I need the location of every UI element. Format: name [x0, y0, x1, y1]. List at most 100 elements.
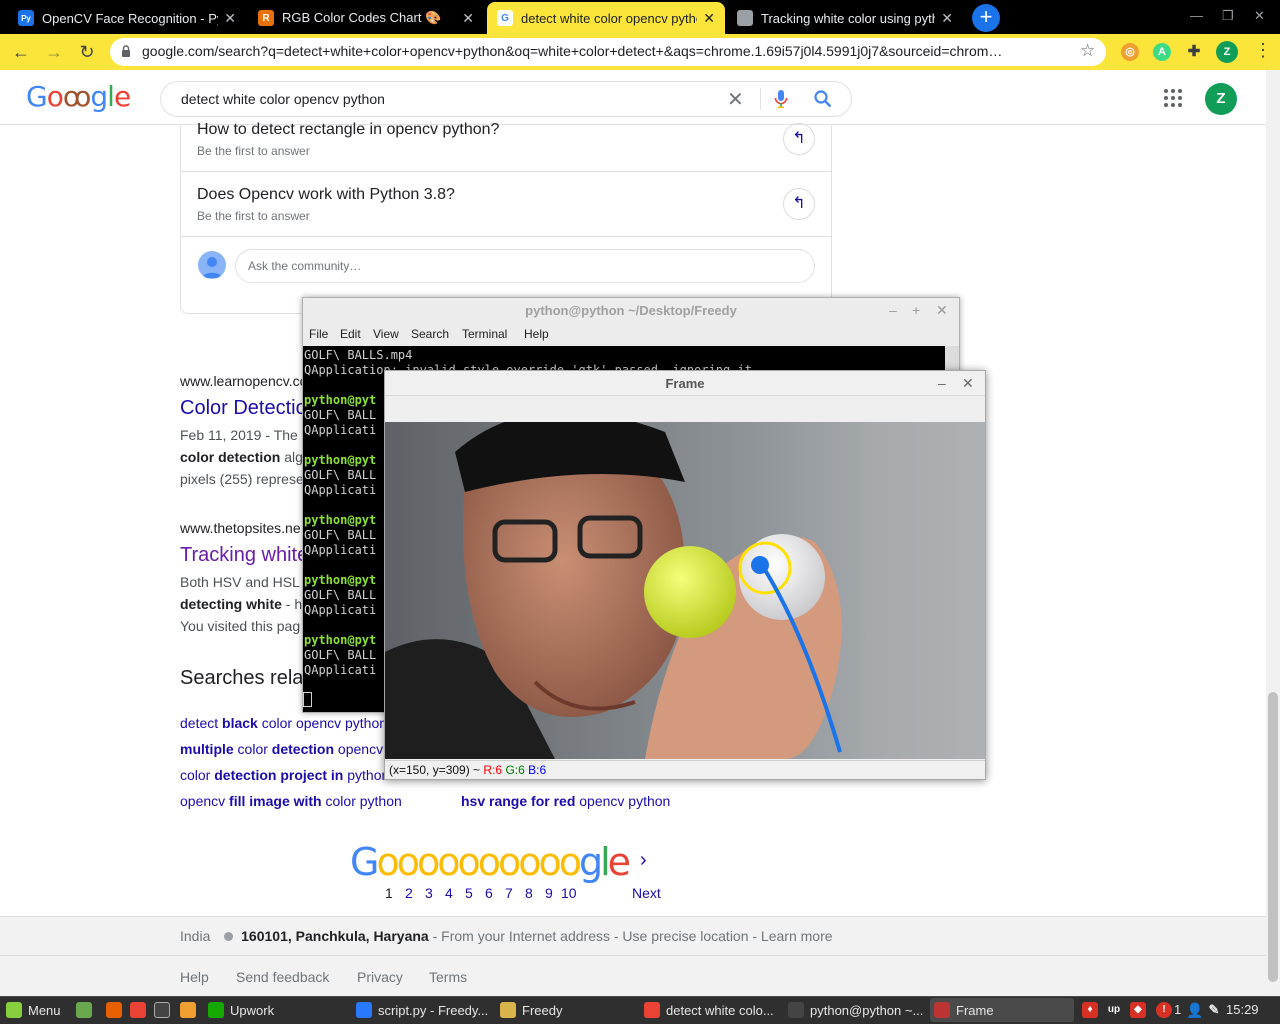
clear-search-icon[interactable]: ✕ — [727, 87, 744, 112]
bookmark-star-icon[interactable]: ☆ — [1080, 41, 1095, 61]
firefox-launcher-icon[interactable] — [106, 1002, 122, 1018]
taskbar-window-label: python@python ~... — [810, 1002, 924, 1018]
lock-icon[interactable] — [120, 45, 132, 57]
related-search-link[interactable]: detect black color opencv python — [180, 715, 387, 731]
forward-icon[interactable]: → — [43, 41, 65, 63]
google-apps-icon[interactable] — [1163, 88, 1183, 108]
page-number-link[interactable]: 10 — [561, 885, 577, 901]
chrome-icon — [644, 1002, 660, 1018]
page-number-link[interactable]: 1 — [385, 885, 393, 901]
community-question[interactable]: Does Opencv work with Python 3.8? — [197, 186, 455, 204]
answer-reply-icon[interactable]: ↰ — [783, 123, 815, 155]
tab-close-icon[interactable]: ✕ — [224, 10, 236, 27]
terminal-maximize-icon[interactable]: + — [912, 302, 920, 318]
google-doodle-logo[interactable]: Goꝏgle — [26, 80, 131, 116]
taskbar-window-label: script.py - Freedy... — [378, 1002, 489, 1018]
terminal-launcher-icon[interactable] — [154, 1002, 170, 1018]
show-desktop-icon[interactable] — [76, 1002, 92, 1018]
brave-shield-tray-icon[interactable]: ♦ — [1082, 1002, 1098, 1018]
new-tab-button[interactable]: + — [972, 4, 1000, 32]
ask-community-input[interactable]: Ask the community… — [235, 249, 815, 283]
taskbar-window-button[interactable]: Frame — [930, 998, 1074, 1022]
taskbar-window-button[interactable]: Upwork — [204, 998, 344, 1022]
terminal-menu-help[interactable]: Help — [524, 327, 549, 341]
chrome-launcher-icon[interactable] — [130, 1002, 146, 1018]
browser-tab[interactable]: Tracking white color using pytho ✕ — [727, 2, 963, 34]
browser-tab[interactable]: R RGB Color Codes Chart 🎨 ✕ — [248, 2, 484, 34]
terminal-minimize-icon[interactable]: – — [889, 302, 897, 318]
pen-tray-icon[interactable]: ✎ — [1206, 1002, 1222, 1018]
related-search-link[interactable]: opencv fill image with color python — [180, 793, 402, 809]
video-frame-image[interactable] — [385, 422, 985, 759]
result-url[interactable]: www.learnopencv.co — [180, 373, 307, 389]
result-title[interactable]: Tracking white — [180, 544, 308, 567]
tab-close-icon[interactable]: ✕ — [941, 10, 953, 27]
anydesk-tray-icon[interactable]: ◆ — [1130, 1002, 1146, 1018]
related-search-link[interactable]: color detection project in python — [180, 767, 389, 783]
result-url[interactable]: www.thetopsites.ne — [180, 520, 301, 536]
start-menu-button[interactable]: Menu — [2, 998, 64, 1022]
window-restore-icon[interactable]: ❐ — [1222, 8, 1234, 24]
taskbar-window-button[interactable]: detect white colo... — [640, 998, 780, 1022]
frame-minimize-icon[interactable]: – — [938, 375, 946, 391]
terminal-menu-terminal[interactable]: Terminal — [462, 327, 507, 341]
related-search-link[interactable]: hsv range for red opencv python — [461, 793, 670, 809]
footer-location-detail[interactable]: - From your Internet address - Use preci… — [429, 928, 833, 944]
community-question[interactable]: How to detect rectangle in opencv python… — [197, 121, 499, 139]
page-number-link[interactable]: 3 — [425, 885, 433, 901]
page-scrollbar-thumb[interactable] — [1268, 692, 1278, 982]
voice-search-icon[interactable] — [773, 89, 789, 109]
files-launcher-icon[interactable] — [180, 1002, 196, 1018]
terminal-menu-edit[interactable]: Edit — [340, 327, 361, 341]
upwork-tray-icon[interactable]: up — [1106, 1002, 1122, 1018]
terminal-menu-search[interactable]: Search — [411, 327, 449, 341]
taskbar-window-button[interactable]: script.py - Freedy... — [352, 998, 492, 1022]
terminal-close-icon[interactable]: ✕ — [936, 302, 948, 319]
puzzle-extensions-icon[interactable]: ✚ — [1185, 43, 1203, 61]
page-number-link[interactable]: 4 — [445, 885, 453, 901]
footer-help-link[interactable]: Help — [180, 969, 209, 985]
window-close-icon[interactable]: ✕ — [1254, 8, 1265, 24]
terminal-menu-view[interactable]: View — [373, 327, 399, 341]
page-number-link[interactable]: 5 — [465, 885, 473, 901]
page-number-link[interactable]: 7 — [505, 885, 513, 901]
taskbar-window-button[interactable]: python@python ~... — [784, 998, 924, 1022]
window-minimize-icon[interactable]: — — [1190, 8, 1203, 23]
profile-avatar[interactable]: Z — [1216, 41, 1238, 63]
taskbar-window-label: Freedy — [522, 1002, 563, 1018]
footer-terms-link[interactable]: Terms — [429, 969, 467, 985]
browser-menu-icon[interactable]: ⋮ — [1254, 40, 1272, 61]
page-number-link[interactable]: 8 — [525, 885, 533, 901]
footer-feedback-link[interactable]: Send feedback — [236, 969, 329, 985]
clock[interactable]: 15:29 — [1226, 1002, 1259, 1017]
result-snippet: Both HSV and HSL — [180, 574, 300, 590]
result-title[interactable]: Color Detectio — [180, 397, 307, 420]
search-icon[interactable] — [813, 89, 833, 109]
page-number-link[interactable]: 6 — [485, 885, 493, 901]
terminal-menu-file[interactable]: File — [309, 327, 328, 341]
tab-title: OpenCV Face Recognition - PyI — [42, 10, 219, 26]
browser-tab[interactable]: Gdetect white color opencv pytho ✕ — [487, 2, 725, 34]
reload-icon[interactable]: ↻ — [76, 41, 98, 63]
search-input[interactable]: detect white color opencv python — [181, 91, 385, 107]
next-page-link[interactable]: Next — [632, 885, 661, 901]
taskbar-window-button[interactable]: Freedy — [496, 998, 636, 1022]
next-chevron-icon[interactable]: › — [640, 849, 647, 872]
url-text[interactable]: google.com/search?q=detect+white+color+o… — [142, 43, 1064, 59]
google-account-avatar[interactable]: Z — [1205, 83, 1237, 115]
extension-icon[interactable]: ◎ — [1121, 43, 1139, 61]
user-tray-icon[interactable]: 👤 — [1186, 1002, 1203, 1018]
answer-reply-icon[interactable]: ↰ — [783, 188, 815, 220]
page-number-link[interactable]: 9 — [545, 885, 553, 901]
footer-privacy-link[interactable]: Privacy — [357, 969, 403, 985]
page-number-link[interactable]: 2 — [405, 885, 413, 901]
tab-close-icon[interactable]: ✕ — [703, 10, 715, 27]
notification-tray-icon[interactable]: ! — [1156, 1002, 1172, 1018]
related-search-link[interactable]: multiple color detection opencv — [180, 741, 383, 757]
question-subtitle: Be the first to answer — [197, 209, 310, 223]
android-extension-icon[interactable]: A — [1153, 43, 1171, 61]
frame-close-icon[interactable]: ✕ — [962, 375, 974, 392]
browser-tab[interactable]: Py OpenCV Face Recognition - PyI ✕ — [8, 2, 246, 34]
tab-close-icon[interactable]: ✕ — [462, 10, 474, 27]
back-icon[interactable]: ← — [10, 41, 32, 63]
